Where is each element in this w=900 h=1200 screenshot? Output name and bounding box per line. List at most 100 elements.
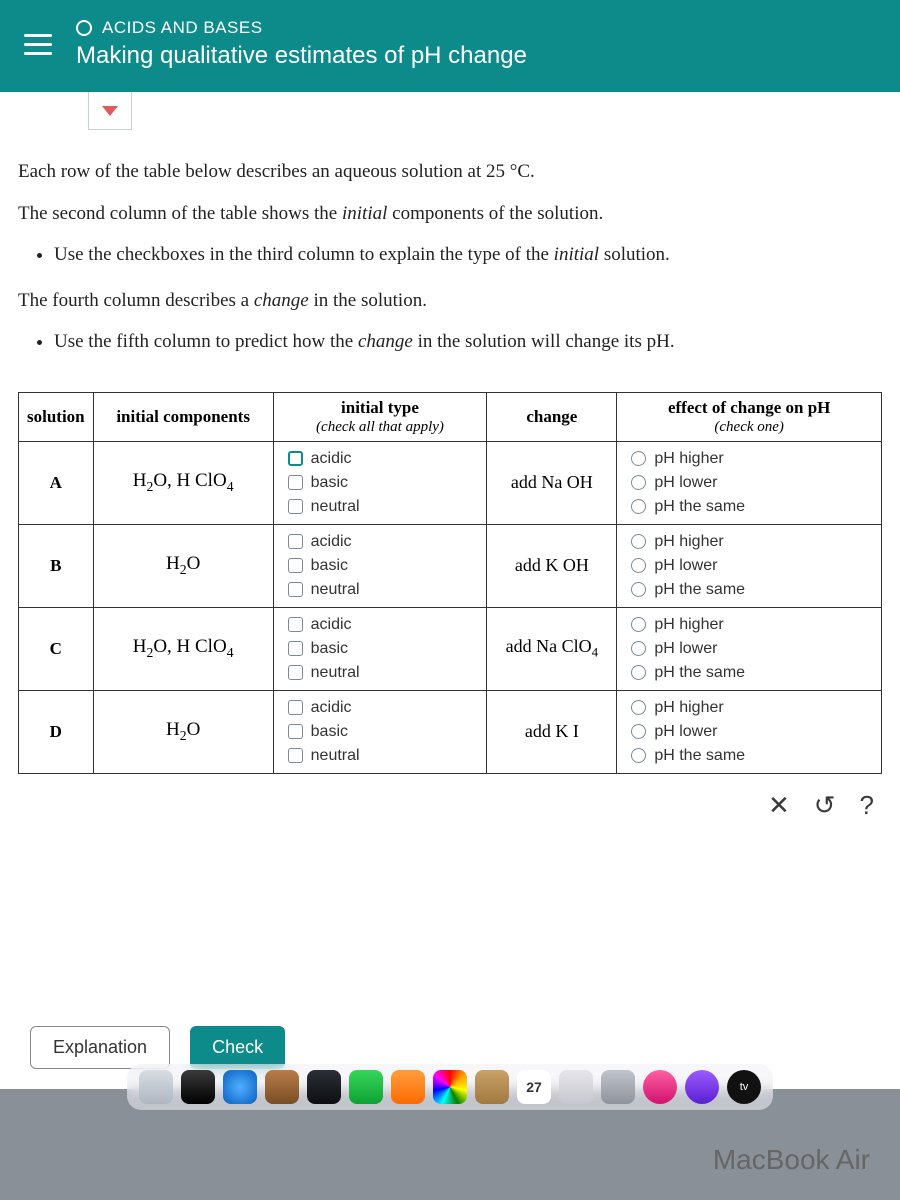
change-description: add Na ClO4 bbox=[487, 607, 617, 690]
radio-pH-lower[interactable] bbox=[631, 558, 646, 573]
dock-app-reminders[interactable] bbox=[559, 1070, 593, 1104]
checkbox-basic[interactable] bbox=[288, 558, 303, 573]
checkbox-neutral[interactable] bbox=[288, 499, 303, 514]
dock-app-messages[interactable] bbox=[349, 1070, 383, 1104]
radio-label: pH the same bbox=[654, 581, 745, 599]
radio-pH-higher[interactable] bbox=[631, 451, 646, 466]
checkbox-label: neutral bbox=[311, 581, 360, 599]
check-button[interactable]: Check bbox=[190, 1026, 285, 1069]
solution-id: D bbox=[19, 690, 94, 773]
topic-label: ACIDS AND BASES bbox=[102, 18, 263, 38]
menu-icon[interactable] bbox=[20, 30, 56, 59]
radio-label: pH lower bbox=[654, 723, 717, 741]
radio-pH-higher[interactable] bbox=[631, 534, 646, 549]
radio-label: pH the same bbox=[654, 498, 745, 516]
dock-app-music[interactable] bbox=[391, 1070, 425, 1104]
col-components: initial components bbox=[93, 392, 273, 441]
checkbox-label: basic bbox=[311, 557, 348, 575]
initial-type-options: acidic basic neutral bbox=[273, 524, 487, 607]
radio-label: pH the same bbox=[654, 747, 745, 765]
dock-app-itunes[interactable] bbox=[643, 1070, 677, 1104]
checkbox-acidic[interactable] bbox=[288, 534, 303, 549]
checkbox-basic[interactable] bbox=[288, 724, 303, 739]
initial-type-options: acidic basic neutral bbox=[273, 690, 487, 773]
radio-label: pH lower bbox=[654, 557, 717, 575]
macos-dock[interactable]: 27 tv bbox=[127, 1064, 773, 1110]
collapse-toggle[interactable] bbox=[88, 92, 132, 130]
question-panel: Each row of the table below describes an… bbox=[0, 92, 900, 992]
checkbox-label: neutral bbox=[311, 747, 360, 765]
change-description: add K OH bbox=[487, 524, 617, 607]
checkbox-label: basic bbox=[311, 640, 348, 658]
solution-id: C bbox=[19, 607, 94, 690]
checkbox-label: neutral bbox=[311, 664, 360, 682]
dock-app-photos[interactable] bbox=[433, 1070, 467, 1104]
calendar-date: 27 bbox=[526, 1079, 542, 1095]
explanation-button[interactable]: Explanation bbox=[30, 1026, 170, 1069]
radio-label: pH higher bbox=[654, 616, 723, 634]
solution-id: A bbox=[19, 441, 94, 524]
initial-components: H2O, H ClO4 bbox=[93, 441, 273, 524]
dock-app-books[interactable] bbox=[475, 1070, 509, 1104]
checkbox-acidic[interactable] bbox=[288, 451, 303, 466]
radio-label: pH higher bbox=[654, 699, 723, 717]
checkbox-label: basic bbox=[311, 723, 348, 741]
initial-type-options: acidicbasicneutral bbox=[273, 607, 487, 690]
checkbox-label: acidic bbox=[311, 533, 352, 551]
radio-pH-the-same[interactable] bbox=[631, 748, 646, 763]
radio-pH-lower[interactable] bbox=[631, 641, 646, 656]
col-effect: effect of change on pH (check one) bbox=[617, 392, 882, 441]
dock-app-safari[interactable] bbox=[223, 1070, 257, 1104]
topic-bullet-icon bbox=[76, 20, 92, 36]
radio-label: pH the same bbox=[654, 664, 745, 682]
close-button[interactable]: ✕ bbox=[768, 790, 790, 821]
help-button[interactable]: ? bbox=[860, 790, 874, 821]
checkbox-label: basic bbox=[311, 474, 348, 492]
initial-components: H2O bbox=[93, 524, 273, 607]
chevron-down-icon bbox=[102, 106, 118, 116]
app-header: ACIDS AND BASES Making qualitative estim… bbox=[0, 0, 900, 92]
checkbox-acidic[interactable] bbox=[288, 617, 303, 632]
radio-pH-higher[interactable] bbox=[631, 700, 646, 715]
radio-label: pH higher bbox=[654, 533, 723, 551]
initial-type-options: acidicbasicneutral bbox=[273, 441, 487, 524]
dock-app-notes[interactable] bbox=[265, 1070, 299, 1104]
radio-pH-lower[interactable] bbox=[631, 475, 646, 490]
table-row: BH2Oacidicbasicneutraladd K OHpH higherp… bbox=[19, 524, 882, 607]
initial-components: H2O, H ClO4 bbox=[93, 607, 273, 690]
checkbox-basic[interactable] bbox=[288, 475, 303, 490]
effect-options: pH higher pH lower pH the same bbox=[617, 607, 882, 690]
dock-app-finder[interactable] bbox=[139, 1070, 173, 1104]
change-description: add K I bbox=[487, 690, 617, 773]
radio-pH-higher[interactable] bbox=[631, 617, 646, 632]
checkbox-label: neutral bbox=[311, 498, 360, 516]
dock-app-podcasts[interactable] bbox=[685, 1070, 719, 1104]
initial-components: H2O bbox=[93, 690, 273, 773]
radio-pH-lower[interactable] bbox=[631, 724, 646, 739]
dock-app-appletv[interactable]: tv bbox=[727, 1070, 761, 1104]
radio-pH-the-same[interactable] bbox=[631, 499, 646, 514]
radio-label: pH lower bbox=[654, 640, 717, 658]
col-solution: solution bbox=[19, 392, 94, 441]
dock-app-calendar[interactable]: 27 bbox=[517, 1070, 551, 1104]
checkbox-label: acidic bbox=[311, 699, 352, 717]
solution-id: B bbox=[19, 524, 94, 607]
undo-button[interactable]: ↺ bbox=[814, 790, 836, 821]
dock-app-system[interactable] bbox=[601, 1070, 635, 1104]
checkbox-basic[interactable] bbox=[288, 641, 303, 656]
effect-options: pH higher pH lower pH the same bbox=[617, 524, 882, 607]
radio-pH-the-same[interactable] bbox=[631, 665, 646, 680]
radio-pH-the-same[interactable] bbox=[631, 582, 646, 597]
dock-app-terminal[interactable] bbox=[307, 1070, 341, 1104]
dock-app-launchpad[interactable] bbox=[181, 1070, 215, 1104]
effect-options: pH higherpH lowerpH the same bbox=[617, 441, 882, 524]
checkbox-acidic[interactable] bbox=[288, 700, 303, 715]
checkbox-neutral[interactable] bbox=[288, 582, 303, 597]
checkbox-neutral[interactable] bbox=[288, 748, 303, 763]
page-title: Making qualitative estimates of pH chang… bbox=[76, 42, 527, 70]
checkbox-neutral[interactable] bbox=[288, 665, 303, 680]
solution-table: solution initial components initial type… bbox=[18, 392, 882, 774]
radio-label: pH higher bbox=[654, 450, 723, 468]
change-description: add Na OH bbox=[487, 441, 617, 524]
table-row: AH2O, H ClO4acidicbasicneutraladd Na OHp… bbox=[19, 441, 882, 524]
